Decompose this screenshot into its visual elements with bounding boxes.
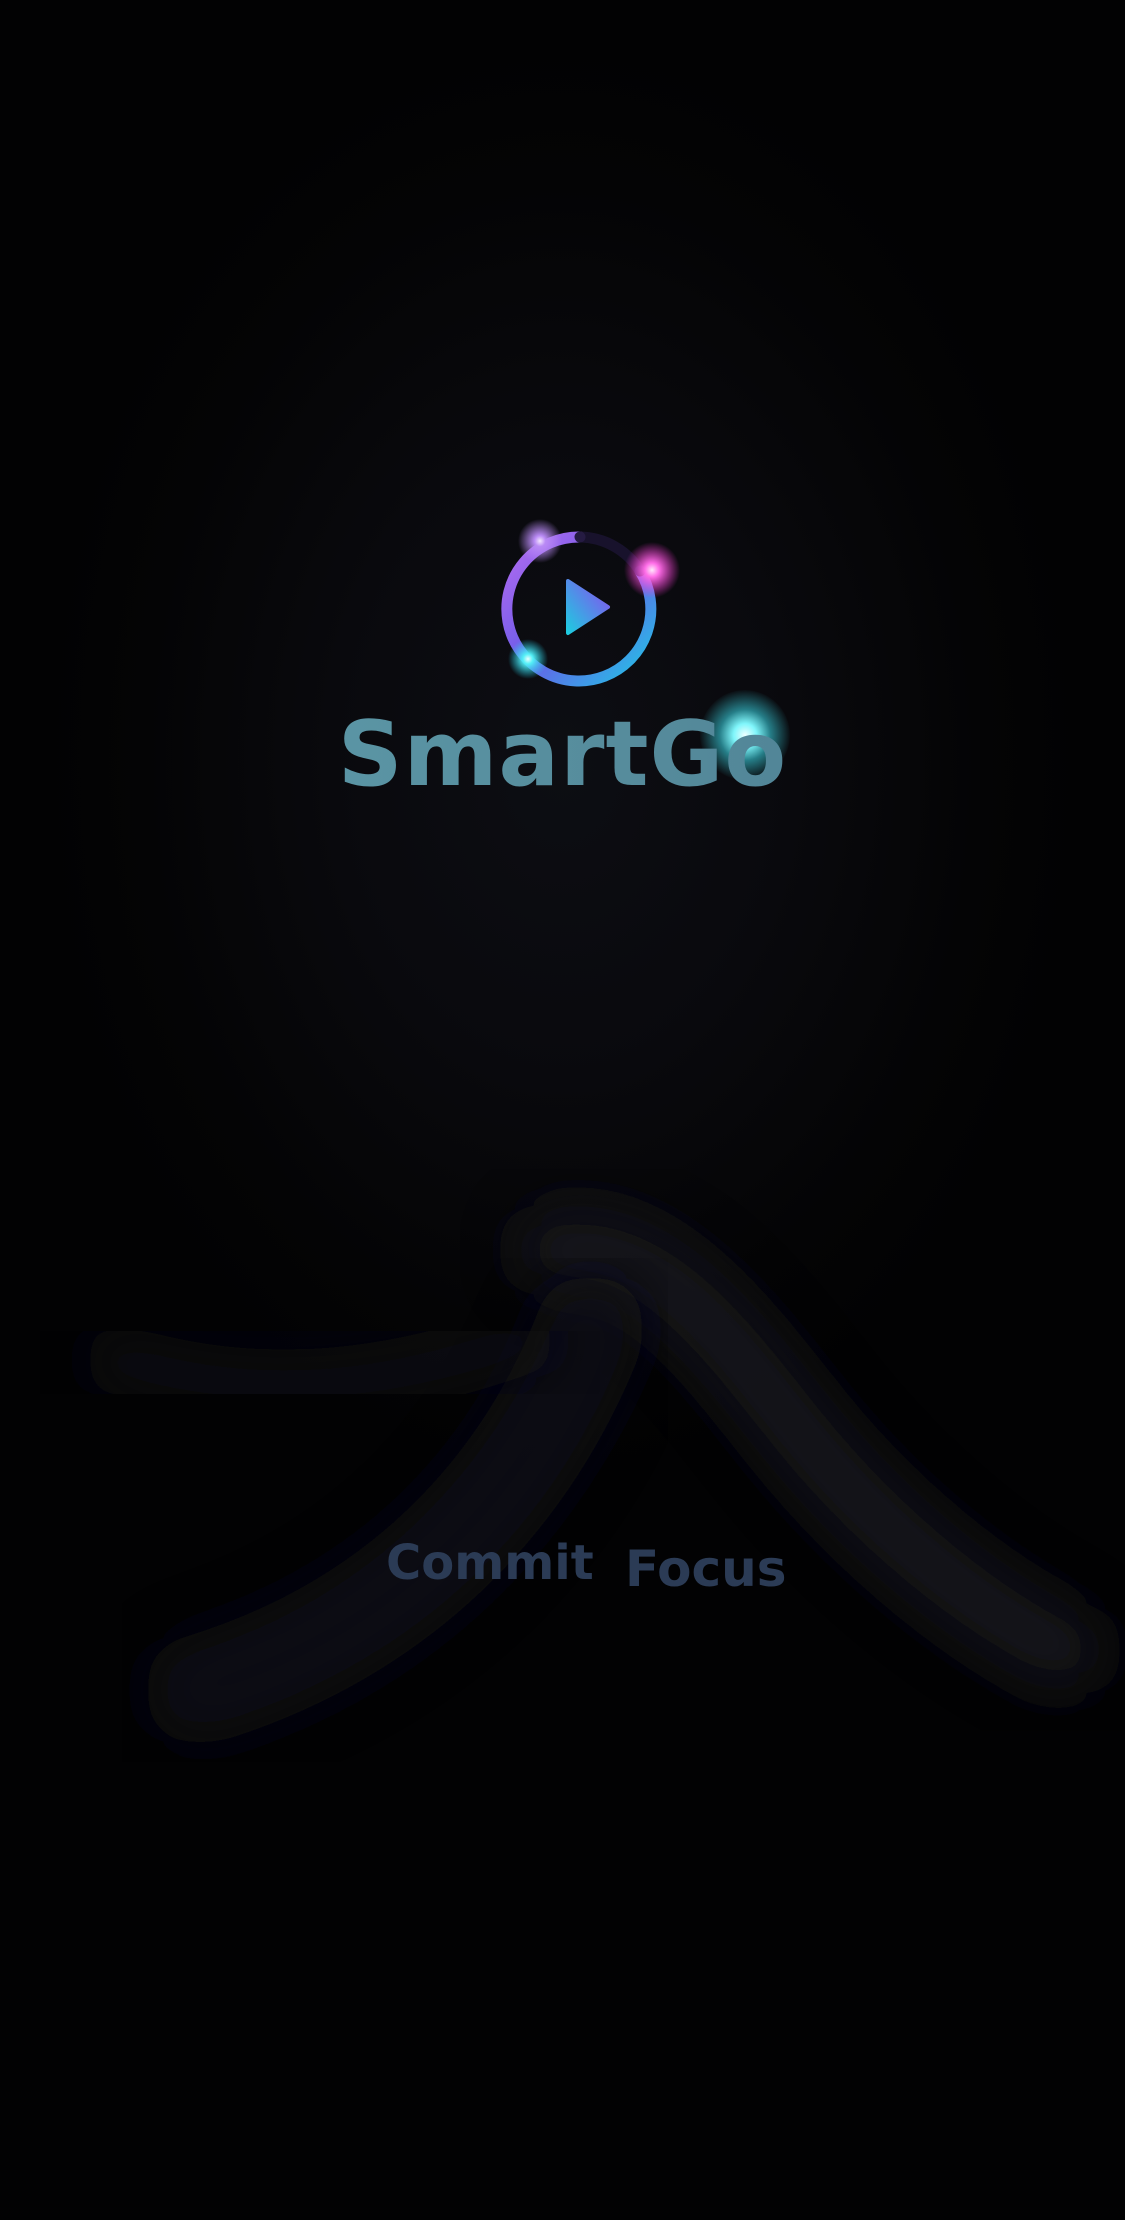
splash-screen: SmartGo Commit Focus [0,0,1125,2220]
background-swoosh [85,1204,1105,1745]
tagline-focus: Focus [625,1540,787,1598]
app-name: SmartGo [0,702,1125,807]
tagline-commit: Commit [386,1535,594,1591]
play-timer-icon [501,519,680,687]
app-logo [490,515,680,695]
